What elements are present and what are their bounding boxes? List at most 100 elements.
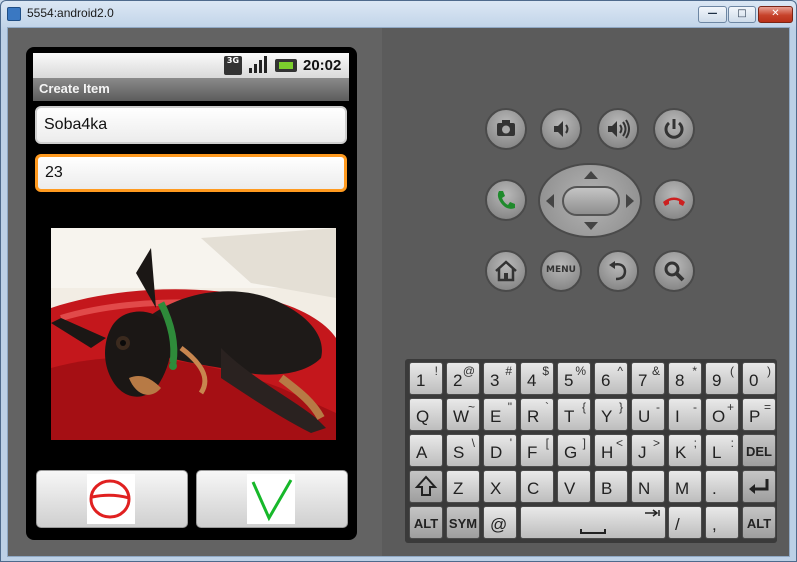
key-i[interactable]: I- [668,398,702,431]
close-button[interactable]: ✕ [758,6,793,23]
key-label: DEL [746,444,772,459]
key-label: R [527,407,540,426]
key-alt-label: ] [582,436,586,450]
key-alt-label: ( [730,364,734,378]
dpad-up-icon[interactable] [584,171,598,179]
key-4[interactable]: 4 $ [520,362,554,395]
space-key[interactable] [520,506,666,539]
key-label: 1 [416,371,426,390]
key-m[interactable]: M [668,470,702,503]
key-alt-label: ' [509,436,512,450]
key-label: Z [453,479,464,498]
key-e[interactable]: E " [483,398,517,431]
shift-icon [414,475,438,496]
key-b[interactable]: B [594,470,628,503]
name-input[interactable]: Soba4ka [35,106,347,144]
key-label: V [564,479,576,498]
key-d[interactable]: D ' [483,434,517,467]
shift-key[interactable] [409,470,443,503]
key-period[interactable]: . [705,470,739,503]
key-1[interactable]: 1! [409,362,443,395]
dpad-down-icon[interactable] [584,222,598,230]
key-g[interactable]: G] [557,434,591,467]
maximize-button[interactable]: □ [728,6,756,23]
key-o[interactable]: O + [705,398,739,431]
dpad-center-button[interactable] [562,186,620,216]
key-r[interactable]: R ` [520,398,554,431]
emulator-window: 5554:android2.0 — □ ✕ 3G 20:02 Create It… [0,0,797,562]
key-w[interactable]: W ~ [446,398,480,431]
key-label: A [416,443,428,462]
key-j[interactable]: J > [631,434,665,467]
volume-up-button[interactable] [597,108,639,150]
alt-key-right[interactable]: ALT [742,506,776,539]
home-button[interactable] [485,250,527,292]
key-y[interactable]: Y} [594,398,628,431]
key-h[interactable]: H < [594,434,628,467]
dpad-right-icon[interactable] [626,194,634,208]
key-q[interactable]: Q [409,398,443,431]
key-p[interactable]: P = [742,398,776,431]
back-button[interactable] [597,250,639,292]
key-6[interactable]: 6 ^ [594,362,628,395]
key-x[interactable]: X [483,470,517,503]
title-bar: 5554:android2.0 — □ ✕ [1,1,796,27]
key-alt-label: ^ [617,364,623,378]
key-s[interactable]: S \ [446,434,480,467]
key-2[interactable]: 2 @ [446,362,480,395]
search-button[interactable] [653,250,695,292]
key-3[interactable]: 3 # [483,362,517,395]
key-z[interactable]: Z [446,470,480,503]
key-t[interactable]: T{ [557,398,591,431]
key-9[interactable]: 9( [705,362,739,395]
quantity-input[interactable]: 23 [35,154,347,192]
key-comma[interactable]: , [705,506,739,539]
key-7[interactable]: 7 & [631,362,665,395]
key-k[interactable]: K; [668,434,702,467]
key-alt-label: # [505,364,512,378]
key-alt-label: } [618,400,623,414]
key-alt-label: + [726,400,734,414]
key-label: B [601,479,613,498]
confirm-button[interactable] [196,470,348,528]
end-call-button[interactable] [653,179,695,221]
call-button[interactable] [485,179,527,221]
key-8[interactable]: 8 * [668,362,702,395]
key-n[interactable]: N [631,470,665,503]
key-alt-label: % [575,364,586,378]
key-alt-label: - [693,400,697,414]
key-label: S [453,443,465,462]
delete-key[interactable]: DEL [742,434,776,467]
key-label: F [527,443,538,462]
key-alt-label: ~ [467,400,475,414]
alt-key-left[interactable]: ALT [409,506,443,539]
menu-button[interactable]: MENU [540,250,582,292]
key-label: D [490,443,503,462]
key-a[interactable]: A [409,434,443,467]
call-icon [497,191,515,209]
key-0[interactable]: 0) [742,362,776,395]
key-label: W [453,407,470,426]
volume-down-button[interactable] [540,108,582,150]
sym-key[interactable]: SYM [446,506,480,539]
key-label: 5 [564,371,574,390]
minimize-button[interactable]: — [698,6,727,23]
dpad[interactable] [538,163,642,238]
enter-key[interactable] [742,470,776,503]
dpad-left-icon[interactable] [546,194,554,208]
key-at[interactable]: @ [483,506,517,539]
item-photo[interactable] [51,228,336,440]
camera-button[interactable] [485,108,527,150]
key-alt-label: > [652,436,660,450]
key-l[interactable]: L: [705,434,739,467]
cancel-button[interactable] [36,470,188,528]
key-u[interactable]: U- [631,398,665,431]
key-f[interactable]: F[ [520,434,554,467]
key-v[interactable]: V [557,470,591,503]
key-c[interactable]: C [520,470,554,503]
key-5[interactable]: 5% [557,362,591,395]
key-alt-label: { [581,400,586,414]
key-slash[interactable]: / [668,506,702,539]
power-button[interactable] [653,108,695,150]
key-label: U [638,407,651,426]
